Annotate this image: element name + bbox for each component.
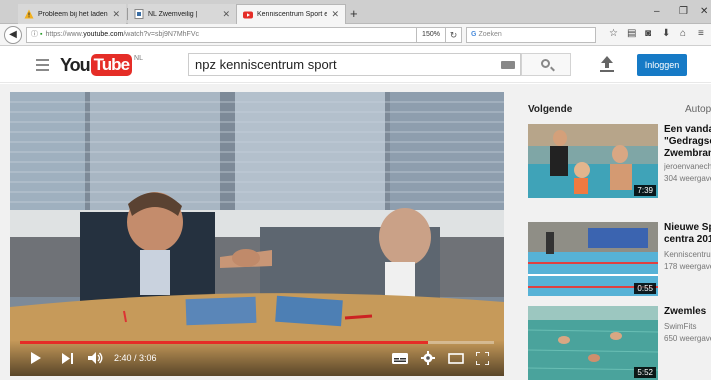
video-duration: 0:55 bbox=[634, 283, 656, 294]
recommended-video[interactable]: 0:55 Nieuwe Sport centra 2017 Kenniscent… bbox=[528, 222, 711, 297]
subtitles-icon[interactable] bbox=[392, 353, 408, 364]
info-icon: ⓘ bbox=[31, 31, 38, 38]
guide-menu-icon[interactable] bbox=[36, 59, 49, 74]
tab-close-icon[interactable]: ✕ bbox=[112, 9, 120, 20]
new-tab-button[interactable]: + bbox=[350, 6, 358, 21]
autoplay-label[interactable]: Autoplay bbox=[685, 104, 711, 115]
video-thumbnail[interactable]: 0:55 bbox=[528, 222, 658, 296]
progress-played bbox=[20, 341, 428, 344]
video-channel[interactable]: SwimFits bbox=[664, 322, 711, 332]
address-bar[interactable]: ⓘ ▪ https://www.youtube.com/watch?v=sbj9N7… bbox=[26, 27, 416, 43]
back-button[interactable]: ◀ bbox=[4, 26, 22, 44]
tab-probleem[interactable]: Probleem bij het laden va... ✕ bbox=[18, 4, 126, 24]
youtube-search-button[interactable] bbox=[521, 53, 571, 76]
video-thumbnail[interactable]: 7:39 bbox=[528, 124, 658, 198]
youtube-search-input[interactable]: npz kenniscentrum sport bbox=[188, 53, 521, 76]
video-channel[interactable]: jeroenvanecht bbox=[664, 162, 711, 172]
tab-close-icon[interactable]: ✕ bbox=[331, 9, 339, 20]
settings-gear-icon[interactable] bbox=[421, 351, 435, 365]
video-frame bbox=[10, 92, 504, 376]
url-host: youtube.com bbox=[83, 31, 124, 38]
warning-icon bbox=[24, 9, 34, 19]
video-thumbnail[interactable]: 5:52 bbox=[528, 306, 658, 380]
login-button[interactable]: Inloggen bbox=[637, 54, 687, 76]
url-prefix: https://www. bbox=[45, 31, 84, 38]
up-next-heading: Volgende bbox=[528, 104, 573, 115]
theater-mode-icon[interactable] bbox=[448, 353, 464, 364]
minimize-button[interactable]: – bbox=[654, 6, 660, 17]
video-channel[interactable]: Kenniscentrum bbox=[664, 250, 711, 260]
video-duration: 5:52 bbox=[634, 367, 656, 378]
play-icon[interactable] bbox=[30, 352, 42, 364]
video-views: 178 weergaven bbox=[664, 262, 711, 271]
video-duration: 7:39 bbox=[634, 185, 656, 196]
title-line: "Gedragscode bbox=[664, 136, 711, 147]
tab-label: NL Zwemveilig | bbox=[148, 10, 198, 18]
progress-bar[interactable] bbox=[20, 341, 494, 344]
reload-icon[interactable]: ↻ bbox=[446, 27, 462, 43]
title-line: Een vandaag bbox=[664, 124, 711, 135]
bookmark-star-icon[interactable]: ☆ bbox=[609, 28, 618, 39]
search-icon bbox=[541, 59, 550, 68]
video-title[interactable]: Nieuwe Sport centra 2017 bbox=[664, 222, 711, 246]
download-icon[interactable]: ⬇ bbox=[662, 28, 670, 39]
volume-icon[interactable] bbox=[88, 352, 104, 364]
upload-icon[interactable] bbox=[600, 56, 614, 74]
back-arrow-icon: ◀ bbox=[9, 29, 17, 40]
youtube-header: You Tube NL npz kenniscentrum sport Inlo… bbox=[0, 47, 711, 83]
search-engine-icon: G bbox=[471, 31, 477, 38]
video-views: 650 weergaven bbox=[664, 334, 711, 343]
title-line: centra 2017 bbox=[664, 234, 711, 245]
tab-zwemveilig[interactable]: NL Zwemveilig | ✕ bbox=[128, 4, 236, 24]
title-line: Nieuwe Sport bbox=[664, 222, 711, 233]
search-placeholder: Zoeken bbox=[478, 31, 502, 38]
title-line: Zwembranche" bbox=[664, 148, 711, 159]
logo-tube: Tube bbox=[90, 54, 133, 76]
page-icon bbox=[134, 9, 144, 19]
lock-icon: ▪ bbox=[40, 31, 43, 38]
video-title[interactable]: Een vandaag "Gedragscode Zwembranche" bbox=[664, 124, 711, 160]
youtube-icon bbox=[243, 11, 253, 18]
browser-search-box[interactable]: G Zoeken bbox=[466, 27, 596, 43]
logo-you: You bbox=[60, 54, 91, 75]
url-path: /watch?v=sbj9N7MhFVc bbox=[123, 31, 199, 38]
tab-label: Kenniscentrum Sport en N... bbox=[257, 11, 327, 18]
home-icon[interactable]: ⌂ bbox=[680, 28, 686, 39]
browser-tab-strip: Probleem bij het laden va... ✕ NL Zwemve… bbox=[0, 0, 711, 24]
fullscreen-icon[interactable] bbox=[476, 352, 489, 365]
tab-kenniscentrum[interactable]: Kenniscentrum Sport en N... ✕ bbox=[236, 4, 346, 24]
zoom-indicator[interactable]: 150% bbox=[416, 27, 446, 43]
video-player[interactable]: 2:40 / 3:06 bbox=[10, 92, 504, 376]
tab-close-icon[interactable]: ✕ bbox=[222, 9, 230, 20]
recommended-video[interactable]: 5:52 Zwemles SwimFits 650 weergaven bbox=[528, 306, 711, 381]
close-window-button[interactable]: ✕ bbox=[700, 6, 708, 17]
next-icon[interactable] bbox=[62, 353, 74, 364]
menu-icon[interactable]: ≡ bbox=[698, 28, 704, 39]
browser-navbar: ◀ ⓘ ▪ https://www.youtube.com/watch?v=sbj9… bbox=[0, 24, 711, 46]
pocket-icon[interactable]: ◙ bbox=[645, 28, 651, 39]
recommended-video[interactable]: 7:39 Een vandaag "Gedragscode Zwembranch… bbox=[528, 124, 711, 199]
tab-label: Probleem bij het laden va... bbox=[38, 10, 108, 18]
reading-list-icon[interactable]: ▤ bbox=[627, 28, 636, 39]
video-title[interactable]: Zwemles bbox=[664, 306, 711, 318]
keyboard-icon[interactable] bbox=[501, 61, 515, 69]
time-display: 2:40 / 3:06 bbox=[114, 353, 157, 363]
video-views: 304 weergaven bbox=[664, 174, 711, 183]
logo-region: NL bbox=[134, 55, 143, 62]
youtube-logo[interactable]: You Tube NL bbox=[60, 53, 143, 77]
restore-button[interactable]: ❐ bbox=[679, 6, 688, 17]
title-line: Zwemles bbox=[664, 306, 707, 317]
